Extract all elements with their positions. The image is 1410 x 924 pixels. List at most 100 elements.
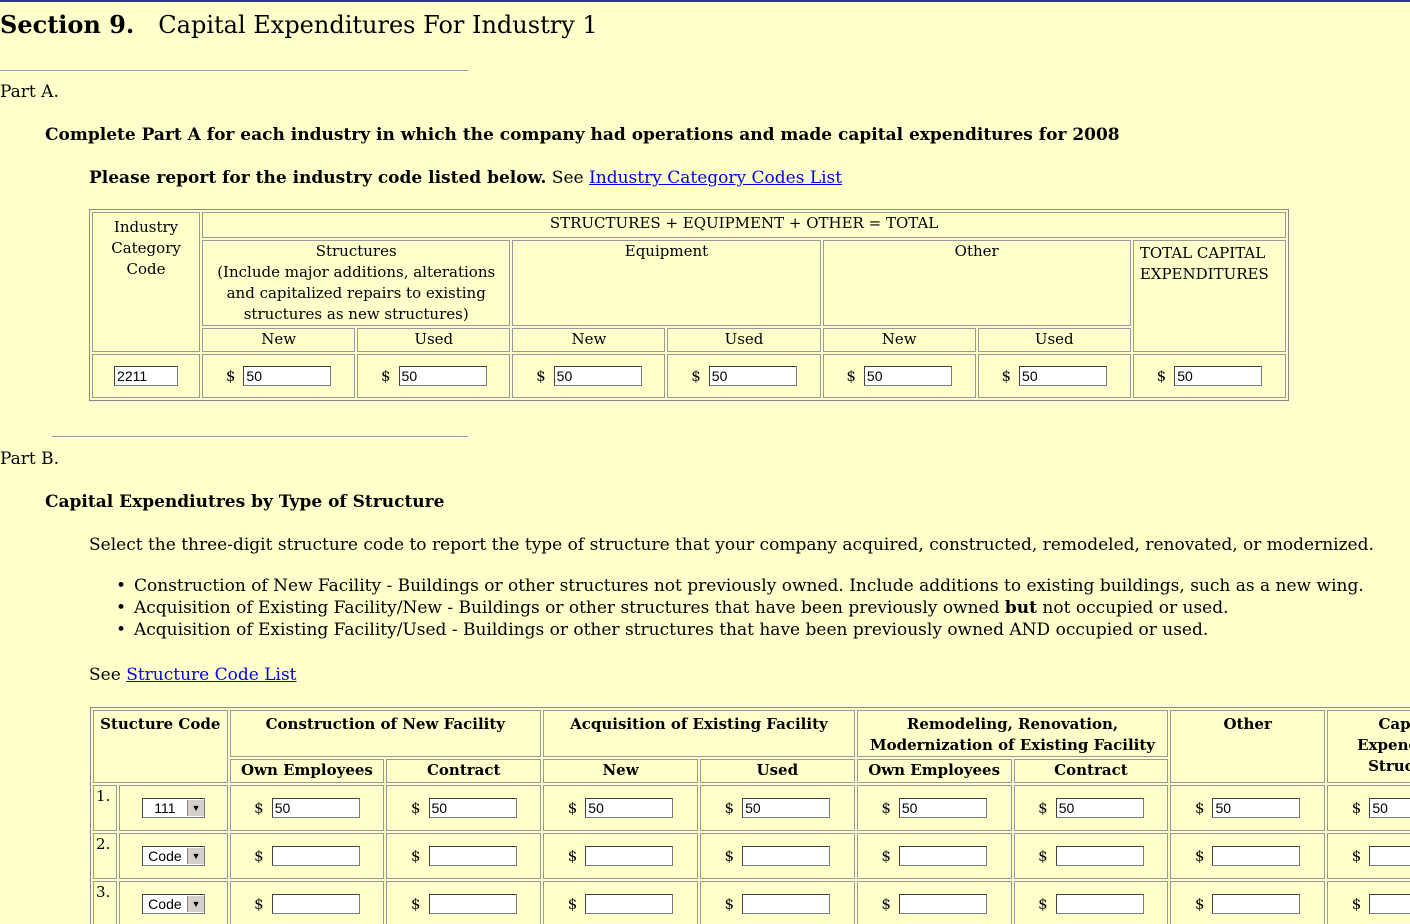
acquisition-new-input[interactable]: [585, 846, 674, 866]
construction-contract-cell: $: [386, 833, 542, 879]
equipment-new-cell: $: [512, 354, 666, 398]
construction-own-employees-header: Own Employees: [229, 759, 385, 783]
remodel-own-employees-cell: $: [856, 833, 1012, 879]
equipment-new-input[interactable]: [553, 366, 642, 386]
capital-expenditure-input[interactable]: [1369, 798, 1410, 818]
other-used-cell: $: [977, 354, 1131, 398]
acquisition-used-input[interactable]: [742, 846, 831, 866]
structures-used-input[interactable]: [398, 366, 487, 386]
construction-own-employees-input[interactable]: [271, 798, 360, 818]
list-item: Acquisition of Existing Facility/Used - …: [112, 620, 1364, 642]
other-new-header: New: [822, 328, 976, 352]
other-new-input[interactable]: [863, 366, 952, 386]
construction-contract-cell: $: [386, 785, 542, 831]
structure-code-select[interactable]: Code ▼: [141, 846, 205, 866]
remodel-contract-header: Contract: [1013, 759, 1169, 783]
total-cell: $: [1132, 354, 1286, 398]
remodel-own-employees-input[interactable]: [898, 798, 987, 818]
equipment-used-input[interactable]: [708, 366, 797, 386]
structures-new-input[interactable]: [243, 366, 332, 386]
industry-codes-link[interactable]: Industry Category Codes List: [589, 168, 842, 188]
structure-code-select[interactable]: Code ▼: [141, 894, 205, 914]
other-input[interactable]: [1212, 894, 1301, 914]
part-b-instruction: Select the three-digit structure code to…: [89, 535, 1374, 555]
acquisition-used-cell: $: [699, 833, 855, 879]
capital-expenditure-cell: $: [1327, 833, 1410, 879]
equipment-used-header: Used: [667, 328, 821, 352]
part-a-instruction: Please report for the industry code list…: [89, 168, 547, 188]
acquisition-new-header: New: [543, 759, 698, 783]
total-input[interactable]: [1174, 366, 1263, 386]
acquisition-used-input[interactable]: [742, 894, 831, 914]
remodel-own-employees-header: Own Employees: [856, 759, 1012, 783]
remodel-own-employees-cell: $: [856, 785, 1012, 831]
remodel-contract-cell: $: [1013, 881, 1169, 924]
construction-own-employees-input[interactable]: [271, 894, 360, 914]
remodel-own-employees-input[interactable]: [898, 894, 987, 914]
capital-expenditure-input[interactable]: [1369, 846, 1410, 866]
structure-code-link[interactable]: Structure Code List: [126, 665, 296, 685]
see-text: See: [89, 665, 121, 685]
construction-own-employees-input[interactable]: [271, 846, 360, 866]
structure-type-list: Construction of New Facility - Buildings…: [112, 576, 1364, 642]
list-item: Construction of New Facility - Buildings…: [112, 576, 1364, 598]
structure-code-cell: 111 ▼: [119, 785, 228, 831]
structures-used-cell: $: [357, 354, 511, 398]
formula-header: STRUCTURES + EQUIPMENT + OTHER = TOTAL: [202, 212, 1286, 238]
other-input[interactable]: [1212, 846, 1301, 866]
other-input[interactable]: [1212, 798, 1301, 818]
industry-code-cell: [92, 354, 201, 398]
remodel-contract-input[interactable]: [1055, 846, 1144, 866]
industry-code-input[interactable]: [114, 366, 179, 386]
acquisition-new-input[interactable]: [585, 798, 674, 818]
chevron-down-icon[interactable]: ▼: [186, 800, 204, 816]
chevron-down-icon[interactable]: ▼: [186, 896, 204, 912]
capital-expenditure-input[interactable]: [1369, 894, 1410, 914]
row-number: 1.: [93, 785, 118, 831]
list-item: Acquisition of Existing Facility/New - B…: [112, 598, 1364, 620]
construction-contract-input[interactable]: [428, 894, 517, 914]
construction-contract-input[interactable]: [428, 798, 517, 818]
construction-own-employees-cell: $: [229, 833, 385, 879]
remodel-contract-input[interactable]: [1055, 798, 1144, 818]
construction-contract-cell: $: [386, 881, 542, 924]
other-cell: $: [1170, 881, 1326, 924]
see-structure-line: See Structure Code List: [89, 665, 297, 685]
chevron-down-icon[interactable]: ▼: [186, 848, 204, 864]
structure-code-value: 111: [154, 799, 176, 816]
structure-code-select[interactable]: 111 ▼: [141, 798, 205, 818]
construction-contract-input[interactable]: [428, 846, 517, 866]
see-text: See: [551, 168, 584, 188]
part-b-table-viewport: Stucture Code Construction of New Facili…: [0, 707, 1410, 924]
structures-new-cell: $: [202, 354, 356, 398]
equipment-used-cell: $: [667, 354, 821, 398]
structure-code-cell: Code ▼: [119, 833, 228, 879]
section-title: Section 9. Capital Expenditures For Indus…: [0, 10, 598, 39]
equipment-header: Equipment: [512, 240, 821, 326]
part-b-heading: Capital Expendiutres by Type of Structur…: [45, 492, 445, 512]
construction-contract-header: Contract: [386, 759, 542, 783]
other-cell: $: [1170, 833, 1326, 879]
construction-header: Construction of New Facility: [229, 710, 542, 757]
other-used-input[interactable]: [1019, 366, 1108, 386]
acquisition-used-input[interactable]: [742, 798, 831, 818]
remodel-contract-input[interactable]: [1055, 894, 1144, 914]
structure-code-value: Code: [148, 895, 182, 912]
equipment-new-header: New: [512, 328, 666, 352]
capital-expenditure-header: Capital Expenditure Structure: [1327, 710, 1410, 783]
table-row: 1.111▼$$$$$$$$: [93, 785, 1410, 831]
table-row: 2. Code ▼ $ $ $ $ $ $ $ $: [93, 833, 1410, 879]
acquisition-new-cell: $: [543, 833, 698, 879]
divider: [52, 436, 468, 438]
remodel-header: Remodeling, Renovation, Modernization of…: [856, 710, 1169, 757]
acquisition-used-header: Used: [699, 759, 855, 783]
capital-expenditure-cell: $: [1327, 785, 1410, 831]
remodel-own-employees-input[interactable]: [898, 846, 987, 866]
acquisition-used-cell: $: [699, 881, 855, 924]
structure-code-value: Code: [148, 847, 182, 864]
divider: [0, 70, 468, 72]
part-a-instruction-line: Please report for the industry code list…: [89, 168, 842, 188]
industry-code-header: Industry Category Code: [92, 212, 201, 352]
other-cell: $: [1170, 785, 1326, 831]
acquisition-new-input[interactable]: [585, 894, 674, 914]
